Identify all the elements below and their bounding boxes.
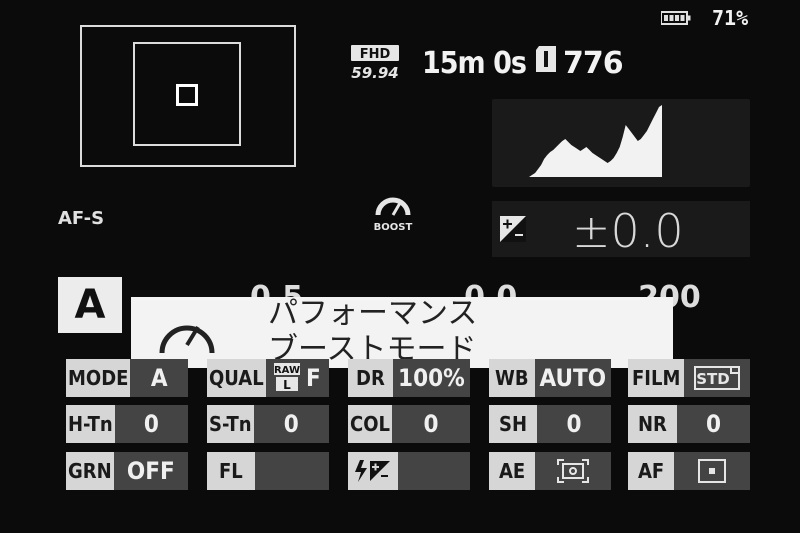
qmenu-value [398,452,470,490]
qmenu-value: F [305,364,321,392]
qmenu-label: AF [628,452,675,490]
qmenu-value: 0 [537,405,611,443]
qmenu-value: AUTO [534,359,611,397]
qmenu-label: AE [489,452,536,490]
qmenu-label: GRN [66,452,114,490]
shooting-mode-badge: A [58,277,122,333]
focus-mode: AF-S [58,208,105,229]
qmenu-value: A [130,359,188,397]
qmenu-flash-compensation[interactable] [348,452,470,490]
movie-format-badge: FHD 59.94 [345,44,407,82]
qmenu-value: 0 [676,405,750,443]
metering-multi-icon [535,452,611,490]
qmenu-film-simulation[interactable]: FILM STD [628,359,750,397]
svg-text:RAW: RAW [274,365,300,376]
qmenu-value: 0 [253,405,329,443]
qmenu-metering[interactable]: AE [489,452,611,490]
qmenu-noise-reduction[interactable]: NR 0 [628,405,750,443]
qmenu-af-mode[interactable]: AF [628,452,750,490]
histogram-graph [526,105,662,177]
qmenu-grain[interactable]: GRN OFF [66,452,188,490]
boost-icon [159,325,215,354]
qmenu-label: FILM [628,359,685,397]
movie-format-top: FHD [360,47,391,62]
raw-icon: RAW L [273,363,300,392]
af-single-point-icon [674,452,750,490]
qmenu-label: WB [489,359,535,397]
qmenu-mode[interactable]: MODE A [66,359,188,397]
qmenu-value: STD [696,370,730,388]
qmenu-label: MODE [66,359,131,397]
battery-percent: 71% [712,6,749,30]
qmenu-shadow-tone[interactable]: S-Tn 0 [207,405,329,443]
sd-card-icon [536,46,556,72]
qmenu-highlight-tone[interactable]: H-Tn 0 [66,405,188,443]
exposure-compensation-icon [500,216,526,242]
qmenu-label: DR [348,359,393,397]
qmenu-value [254,452,329,490]
flash-compensation-icon [348,452,398,490]
histogram-area [526,105,662,177]
qmenu-label: FL [207,452,255,490]
boost-icon: BOOST [374,197,413,233]
focus-point[interactable] [176,84,198,106]
movie-format-bottom: 59.94 [351,64,398,80]
qmenu-value: 100% [392,359,470,397]
qmenu-label: COL [348,405,392,443]
qmenu-value: OFF [113,452,188,490]
qmenu-quality[interactable]: QUAL RAW L F [207,359,329,397]
qmenu-label: NR [628,405,677,443]
qmenu-face-detection[interactable]: FL [207,452,329,490]
qmenu-value-wrap: RAW L F [265,359,329,397]
shots-remaining: 776 [563,46,624,81]
qmenu-value: 0 [391,405,470,443]
qmenu-color[interactable]: COL 0 [348,405,470,443]
qmenu-white-balance[interactable]: WB AUTO [489,359,611,397]
film-sim-icon: STD [684,359,750,397]
qmenu-sharpness[interactable]: SH 0 [489,405,611,443]
qmenu-label: S-Tn [207,405,254,443]
svg-text:BOOST: BOOST [374,222,413,233]
qmenu-label: H-Tn [66,405,115,443]
qmenu-label: QUAL [207,359,266,397]
battery-icon [661,11,691,25]
boost-popup-title: パフォーマンス ブーストモード [268,296,478,367]
qmenu-dynamic-range[interactable]: DR 100% [348,359,470,397]
qmenu-value: 0 [114,405,188,443]
qmenu-label: SH [489,405,538,443]
svg-text:L: L [283,378,291,392]
histogram-panel [492,99,750,187]
exposure-compensation-value: ±0.0 [572,204,684,258]
recording-time: 15m 0s [422,46,527,81]
